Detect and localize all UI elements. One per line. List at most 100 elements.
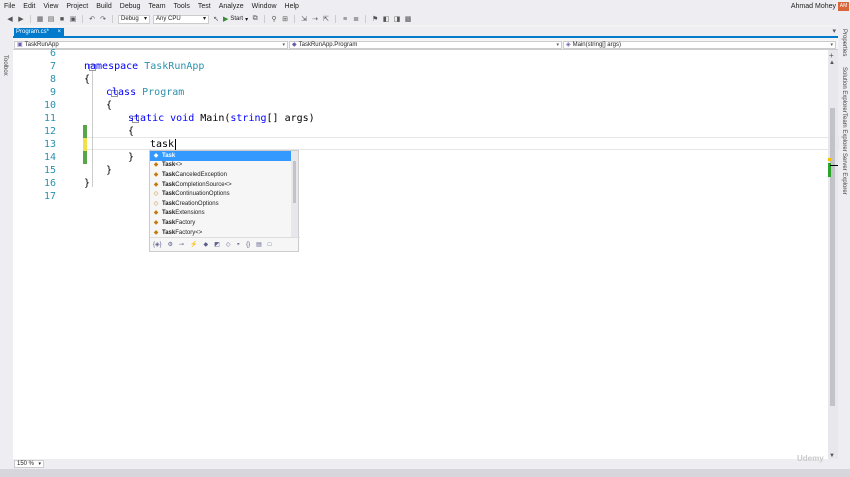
zoom-value: 150 %: [17, 461, 35, 467]
line-number: 8: [49, 74, 56, 85]
bookmark-nav-icon[interactable]: ⊞: [281, 15, 289, 23]
close-icon[interactable]: ×: [57, 28, 61, 37]
next-bookmark-icon[interactable]: ◨: [393, 15, 401, 23]
line-number: 6: [49, 48, 56, 59]
start-label: Start: [230, 16, 244, 22]
undo-icon[interactable]: ↶: [88, 15, 96, 23]
find-icon[interactable]: ⚲: [270, 15, 278, 23]
class-icon: ◆: [153, 210, 159, 217]
completion-label: TaskCreationOptions: [162, 200, 219, 207]
class-icon: ◆: [153, 171, 159, 178]
completion-label: TaskFactory: [162, 219, 196, 226]
menu-analyze[interactable]: Analyze: [215, 0, 248, 13]
menu-view[interactable]: View: [39, 0, 62, 13]
struct-filter-icon[interactable]: ◩: [214, 241, 220, 248]
text-caret: [175, 138, 177, 150]
completion-item[interactable]: ◆ TaskCompletionSource<>: [150, 180, 293, 190]
menu-test[interactable]: Test: [194, 0, 215, 13]
prev-bookmark-icon[interactable]: ◧: [382, 15, 390, 23]
completion-item[interactable]: ◆ TaskExtensions: [150, 209, 293, 219]
open-file-icon[interactable]: ▤: [47, 15, 55, 23]
line-number: 15: [43, 165, 56, 176]
line-number: 14: [43, 152, 56, 163]
menu-build[interactable]: Build: [92, 0, 116, 13]
tab-title: Program.cs*: [16, 29, 50, 35]
server-explorer-tab[interactable]: Server Explorer: [841, 153, 847, 195]
completion-label: TaskExtensions: [162, 210, 205, 217]
code-text: }: [84, 178, 91, 189]
code-text: {: [106, 100, 113, 111]
menu-window[interactable]: Window: [248, 0, 281, 13]
completion-item[interactable]: ◆ Task<>: [150, 161, 293, 171]
user-avatar[interactable]: AM: [838, 2, 849, 11]
completion-item[interactable]: ◇ TaskCreationOptions: [150, 199, 293, 209]
menu-help[interactable]: Help: [281, 0, 303, 13]
menu-file[interactable]: File: [0, 0, 19, 13]
back-navigate-icon[interactable]: ◀: [6, 15, 14, 23]
class-filter-icon[interactable]: ◆: [204, 241, 209, 248]
solution-explorer-tab[interactable]: Solution Explorer: [841, 67, 847, 113]
snippet-filter-icon[interactable]: ▤: [256, 241, 262, 248]
completion-item[interactable]: ◇ TaskContinuationOptions: [150, 189, 293, 199]
step-over-icon[interactable]: ⇢: [311, 15, 319, 23]
redo-icon[interactable]: ↷: [99, 15, 107, 23]
intellisense-completion-list[interactable]: ◆ Task ◆ Task<> ◆ TaskCanceledException …: [149, 150, 300, 252]
output-tab-strip: [0, 469, 850, 477]
tab-overflow-dropdown-icon[interactable]: ▾: [832, 27, 836, 35]
comment-icon[interactable]: ≡: [341, 15, 349, 23]
document-tab-bar: Program.cs* × ▾: [13, 27, 838, 38]
chevron-down-icon: ▾: [830, 42, 833, 48]
solution-configuration-dropdown[interactable]: Debug ▾: [118, 14, 150, 24]
watermark-logo: Udemy: [797, 454, 824, 463]
menu-team[interactable]: Team: [144, 0, 169, 13]
split-window-icon[interactable]: +: [829, 51, 834, 60]
scroll-up-arrow-icon[interactable]: ▲: [829, 60, 835, 66]
property-filter-icon[interactable]: ⚙: [168, 241, 173, 248]
attach-icon[interactable]: ⧉: [251, 15, 259, 23]
completion-item[interactable]: ◆ TaskCanceledException: [150, 170, 293, 180]
zoom-level-dropdown[interactable]: 150 % ▾: [14, 460, 44, 468]
interface-filter-icon[interactable]: ◓: [236, 242, 240, 248]
enum-filter-icon[interactable]: ◇: [226, 241, 231, 248]
scrollbar-thumb[interactable]: [830, 108, 835, 406]
code-editor[interactable]: − − − 6 7 namespace TaskRunApp 8 { 9 cla…: [13, 47, 839, 459]
toolbar-separator: [294, 15, 296, 23]
keyword-filter-icon[interactable]: □: [268, 242, 272, 248]
event-filter-icon[interactable]: ⚡: [190, 241, 197, 248]
user-name[interactable]: Ahmad Mohey: [791, 0, 836, 13]
code-line: 15 }: [13, 164, 828, 177]
toolbox-tab[interactable]: Toolbox: [2, 55, 8, 76]
namespace-filter-icon[interactable]: {◈}: [153, 241, 162, 248]
braces-filter-icon[interactable]: {}: [246, 242, 250, 248]
bookmark-icon[interactable]: ⚑: [371, 15, 379, 23]
tab-program-cs[interactable]: Program.cs* ×: [14, 28, 64, 37]
new-project-icon[interactable]: ▦: [36, 15, 44, 23]
menu-edit[interactable]: Edit: [19, 0, 39, 13]
code-line: 9 class Program: [13, 86, 828, 99]
save-icon[interactable]: ■: [58, 15, 66, 23]
completion-label: TaskFactory<>: [162, 229, 203, 236]
code-line: 6: [13, 47, 828, 60]
editor-vertical-scrollbar[interactable]: + ▲ ▼: [828, 50, 838, 459]
forward-navigate-icon[interactable]: ▶: [17, 15, 25, 23]
menu-debug[interactable]: Debug: [116, 0, 145, 13]
start-debugging-button[interactable]: ▶ Start ▾: [223, 15, 248, 23]
clear-bookmarks-icon[interactable]: ▩: [404, 15, 412, 23]
mouse-pointer-icon: ↖: [213, 16, 219, 23]
uncomment-icon[interactable]: ≣: [352, 15, 360, 23]
properties-tab[interactable]: Properties: [841, 29, 847, 56]
menu-tools[interactable]: Tools: [170, 0, 194, 13]
field-filter-icon[interactable]: ⊸: [179, 241, 184, 248]
completion-item[interactable]: ◆ TaskFactory: [150, 218, 293, 228]
completion-item[interactable]: ◆ TaskFactory<>: [150, 228, 293, 238]
save-all-icon[interactable]: ▣: [69, 15, 77, 23]
team-explorer-tab[interactable]: Team Explorer: [841, 113, 847, 152]
step-out-icon[interactable]: ⇱: [322, 15, 330, 23]
step-into-icon[interactable]: ⇲: [300, 15, 308, 23]
line-number: 13: [43, 139, 56, 150]
completion-scrollbar[interactable]: [291, 151, 298, 238]
completion-item[interactable]: ◆ Task: [150, 151, 293, 161]
solution-platform-dropdown[interactable]: Any CPU ▾: [153, 14, 209, 24]
menu-project[interactable]: Project: [62, 0, 92, 13]
scrollbar-thumb[interactable]: [293, 161, 296, 203]
